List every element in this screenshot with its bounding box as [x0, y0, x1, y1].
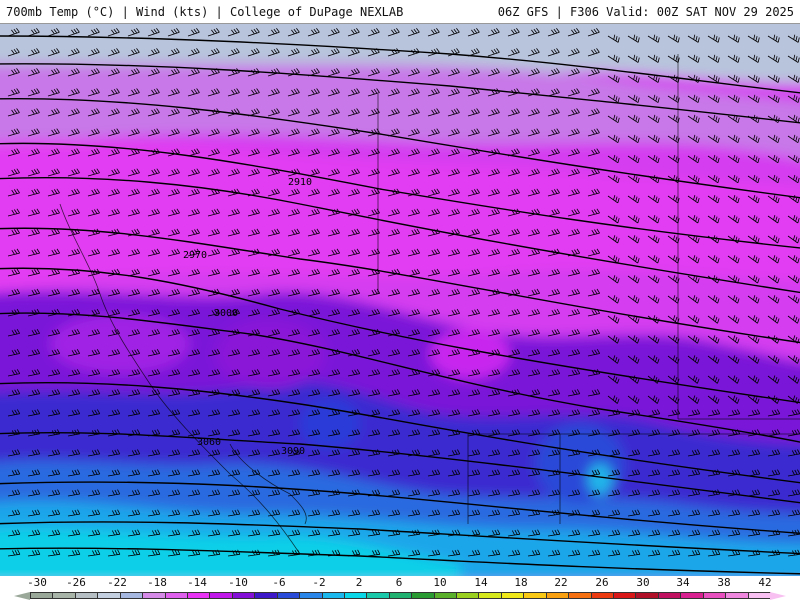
colorbar-segment: [254, 592, 278, 599]
colorbar-segment: [590, 592, 614, 599]
colorbar-tick-label: 22: [554, 576, 568, 589]
colorbar-tick-label: 26: [595, 576, 609, 589]
contour-label: 3060: [197, 437, 221, 448]
colorbar-tick-label: -22: [107, 576, 127, 589]
colorbar-segment: [478, 592, 502, 599]
colorbar-tick-label: 10: [433, 576, 447, 589]
colorbar-segment: [97, 592, 121, 599]
colorbar-tick-label: 34: [676, 576, 690, 589]
colorbar-tick-label: -2: [312, 576, 326, 589]
colorbar-tick-label: 6: [395, 576, 403, 589]
product-title: 700mb Temp (°C) | Wind (kts) | College o…: [6, 5, 404, 19]
colorbar-segment: [142, 592, 166, 599]
colorbar-segment: [119, 592, 143, 599]
colorbar-segment: [568, 592, 592, 599]
colorbar-tick-label: 18: [514, 576, 528, 589]
model-run-info: 06Z GFS | F306 Valid: 00Z SAT NOV 29 202…: [497, 5, 794, 19]
colorbar-segment: [231, 592, 255, 599]
colorbar-segment: [164, 592, 188, 599]
colorbar-tick-label: 38: [717, 576, 731, 589]
contour-label: 2910: [288, 177, 312, 188]
weather-map: 2910 2970 3000 3060 3090: [0, 24, 800, 576]
colorbar-segment: [299, 592, 323, 599]
colorbar-segment: [702, 592, 726, 599]
colorbar-segment: [635, 592, 659, 599]
colorbar-segment: [186, 592, 210, 599]
colorbar-segment: [500, 592, 524, 599]
colorbar-segment: [747, 592, 771, 599]
colorbar-low-arrow: [14, 592, 30, 600]
colorbar-tick-label: -14: [187, 576, 207, 589]
colorbar-tick-label: 30: [636, 576, 650, 589]
colorbar-segment: [30, 592, 53, 599]
colorbar-segment: [456, 592, 480, 599]
contour-label: 2970: [183, 250, 207, 261]
colorbar-segment: [74, 592, 98, 599]
colorbar-tick-label: -18: [147, 576, 167, 589]
colorbar-segment: [433, 592, 457, 599]
colorbar-tick-label: -26: [66, 576, 86, 589]
colorbar-segment: [388, 592, 412, 599]
colorbar-tick-label: 14: [474, 576, 488, 589]
colorbar-segment: [343, 592, 367, 599]
colorbar-segment: [321, 592, 345, 599]
colorbar-segment: [366, 592, 390, 599]
colorbar-high-arrow: [770, 592, 786, 600]
colorbar-segment: [209, 592, 233, 599]
colorbar-segment: [545, 592, 569, 599]
temperature-fill: [0, 24, 800, 576]
colorbar-segment: [680, 592, 704, 599]
colorbar-segment: [52, 592, 76, 599]
colorbar-tick-label: -30: [27, 576, 47, 589]
colorbar-segment: [276, 592, 300, 599]
map-header: 700mb Temp (°C) | Wind (kts) | College o…: [0, 0, 800, 24]
colorbar-tick-label: -6: [272, 576, 286, 589]
colorbar-segment: [411, 592, 435, 599]
colorbar-segment: [613, 592, 637, 599]
colorbar-tick-label: 2: [355, 576, 363, 589]
colorbar-segment: [725, 592, 749, 599]
temperature-colorbar: -30 -26 -22 -18 -14 -10 -6 -2 2 6 10 14 18 22 26 30 34 38…: [0, 576, 800, 600]
colorbar-tick-label: -10: [228, 576, 248, 589]
colorbar-segment: [523, 592, 547, 599]
colorbar-segment: [657, 592, 681, 599]
colorbar-tick-label: 42: [758, 576, 772, 589]
